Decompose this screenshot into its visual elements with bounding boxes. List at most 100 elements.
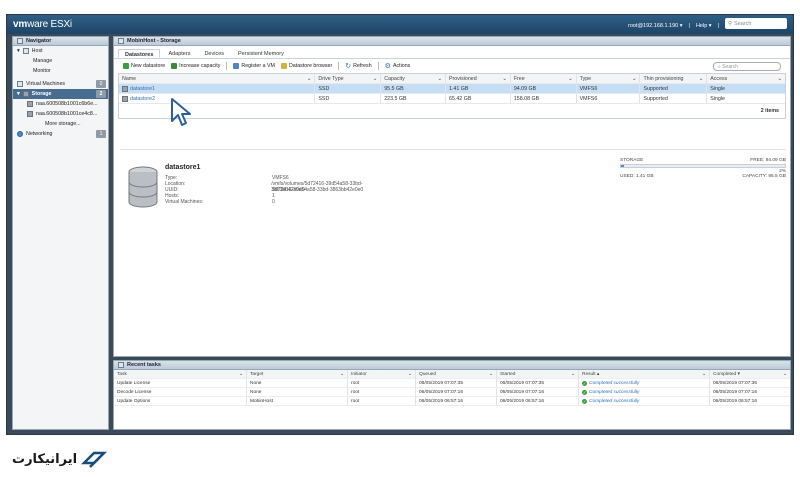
table-row[interactable]: datastore2 SSD 223.5 GB 65.42 GB 158.08 … bbox=[119, 94, 785, 104]
task-row[interactable]: Update Options MobinHost root 06/05/2019… bbox=[114, 397, 790, 406]
item-count: 2 items bbox=[760, 108, 779, 114]
cell-name: datastore1 bbox=[119, 84, 316, 93]
cell-result: ✓ Completed successfully bbox=[579, 397, 710, 405]
nav-item-disk[interactable]: naa.600508b1001ce4c8... bbox=[13, 109, 108, 119]
folder-icon bbox=[280, 63, 287, 69]
column-header-name[interactable]: Name ⌄ bbox=[119, 74, 316, 83]
sort-icon: ⌄ bbox=[238, 371, 243, 377]
register-vm-button[interactable]: Register a VM bbox=[233, 63, 275, 69]
host-icon bbox=[118, 38, 124, 44]
vmware-esxi-logo: vmware ESXi bbox=[13, 19, 72, 30]
tasks-header-row: Task ⌄ Target ⌄ Initiator ⌄ Queued ⌄ Started… bbox=[114, 370, 790, 379]
cell-completed: 06/05/2019 07:07:16 bbox=[713, 389, 758, 395]
increase-capacity-button[interactable]: Increase capacity bbox=[171, 63, 220, 69]
column-header-provisioned[interactable]: Provisioned ⌄ bbox=[446, 74, 511, 83]
column-header-free[interactable]: Free ⌄ bbox=[511, 74, 577, 83]
new-datastore-button[interactable]: New datastore bbox=[123, 63, 165, 69]
check-icon: ✓ bbox=[582, 398, 587, 404]
refresh-button[interactable]: ↻ Refresh bbox=[345, 62, 371, 70]
toolbar-divider bbox=[338, 62, 340, 70]
top-bar: vmware ESXi root@192.168.1.190 ▾ | Help … bbox=[7, 15, 793, 34]
register-vm-icon bbox=[233, 63, 240, 69]
nav-item-disk[interactable]: naa.600508b1001c6b6e... bbox=[13, 99, 108, 109]
column-header-initiator[interactable]: Initiator ⌄ bbox=[348, 370, 416, 378]
column-header-started[interactable]: Started ⌄ bbox=[497, 370, 579, 378]
datastore-link[interactable]: datastore1 bbox=[130, 86, 155, 92]
tab-persistent-memory[interactable]: Persistent Memory bbox=[232, 49, 290, 58]
cell-type: VMFS6 bbox=[577, 94, 641, 103]
nav-item-manage[interactable]: Manage bbox=[13, 56, 108, 66]
datastore-search-input[interactable]: ⌕ Search bbox=[713, 61, 781, 71]
column-header-completed[interactable]: Completed ▾ ⌄ bbox=[710, 370, 790, 378]
datastore-icon bbox=[122, 85, 128, 92]
free-text: FREE: 94.09 GB bbox=[750, 158, 786, 163]
cell-provisioned: 65.42 GB bbox=[446, 94, 511, 103]
used-text: USED: 1.41 GB bbox=[620, 174, 654, 179]
storage-tabs: Datastores Adapters Devices Persistent M… bbox=[114, 46, 790, 59]
navigator-icon bbox=[17, 38, 23, 44]
tab-devices[interactable]: Devices bbox=[198, 49, 230, 58]
actions-button[interactable]: ⚙ Actions bbox=[385, 62, 411, 70]
network-count-badge: 1 bbox=[96, 130, 106, 138]
cell-task: Update License bbox=[114, 379, 247, 387]
table-row[interactable]: datastore1 SSD 95.5 GB 1.41 GB 94.09 GB … bbox=[119, 84, 785, 94]
detail-virtual-machines: Virtual Machines: 0 bbox=[165, 199, 275, 205]
cell-started: 06/05/2019 06:57:16 bbox=[497, 397, 579, 405]
toolbar-divider bbox=[226, 62, 228, 70]
cell-started: 06/05/2019 07:07:16 bbox=[497, 388, 579, 396]
cell-task: Update Options bbox=[114, 397, 247, 405]
nav-item-virtual-machines[interactable]: Virtual Machines 0 bbox=[13, 79, 108, 89]
global-search-input[interactable]: ⚲ Search bbox=[725, 18, 787, 29]
task-row[interactable]: Update License None root 06/05/2019 07:0… bbox=[114, 379, 790, 388]
column-header-capacity[interactable]: Capacity ⌄ bbox=[381, 74, 446, 83]
storage-usage: STORAGE FREE: 94.09 GB 2% USED: 1.41 GB CA… bbox=[620, 158, 786, 179]
datastore-browser-button[interactable]: Datastore browser bbox=[280, 63, 332, 69]
tab-adapters[interactable]: Adapters bbox=[162, 49, 196, 58]
sort-icon: ⌄ bbox=[782, 371, 787, 377]
task-row[interactable]: Decode License None root 06/05/2019 07:0… bbox=[114, 388, 790, 397]
separator: | bbox=[688, 22, 690, 29]
nav-item-monitor[interactable]: Monitor bbox=[13, 66, 108, 76]
cell-result: ✓ Completed successfully bbox=[579, 388, 710, 396]
network-icon bbox=[17, 131, 23, 137]
sort-icon: ⌄ bbox=[339, 371, 344, 377]
column-header-access[interactable]: Access ⌄ bbox=[707, 74, 785, 83]
cell-target: None bbox=[247, 388, 348, 396]
tab-datastores[interactable]: Datastores bbox=[118, 49, 161, 58]
check-icon: ✓ bbox=[582, 380, 587, 386]
cell-drive-type: SSD bbox=[315, 94, 382, 103]
cell-target: MobinHost bbox=[247, 397, 348, 405]
cell-thin-provisioning: Supported bbox=[640, 94, 708, 103]
sort-icon: ⌄ bbox=[306, 75, 312, 82]
sort-icon: ⌄ bbox=[372, 75, 378, 82]
column-header-queued[interactable]: Queued ⌄ bbox=[416, 370, 497, 378]
help-menu[interactable]: Help ▾ bbox=[696, 23, 712, 29]
nav-item-host[interactable]: ▾ Host bbox=[13, 46, 108, 56]
user-menu[interactable]: root@192.168.1.190 ▾ bbox=[628, 23, 683, 29]
storage-usage-bar bbox=[620, 164, 786, 168]
column-header-result[interactable]: Result ▴ ⌄ bbox=[579, 370, 710, 378]
check-icon: ✓ bbox=[582, 389, 587, 395]
column-header-drive-type[interactable]: Drive Type ⌄ bbox=[315, 74, 382, 83]
mouse-cursor-icon bbox=[171, 98, 191, 126]
recent-tasks-header[interactable]: Recent tasks bbox=[114, 361, 790, 370]
column-header-thin-provisioning[interactable]: Thin provisioning ⌄ bbox=[640, 74, 708, 83]
sort-icon: ⌄ bbox=[568, 75, 573, 82]
refresh-icon: ↻ bbox=[345, 63, 352, 70]
storage-panel-header: MobinHost - Storage bbox=[114, 37, 790, 46]
cell-completed: 06/05/2019 06:57:16 bbox=[713, 398, 758, 404]
nav-item-storage[interactable]: ▾ Storage 2 bbox=[13, 89, 108, 99]
datastore-toolbar: New datastore Increase capacity Register… bbox=[114, 59, 790, 73]
datastore-link[interactable]: datastore2 bbox=[130, 96, 155, 102]
column-header-type[interactable]: Type ⌄ bbox=[577, 74, 641, 83]
nav-item-more-storage[interactable]: More storage... bbox=[13, 119, 108, 129]
vm-icon bbox=[17, 81, 23, 87]
column-header-target[interactable]: Target ⌄ bbox=[247, 370, 348, 378]
column-header-task[interactable]: Task ⌄ bbox=[114, 370, 247, 378]
esxi-window: vmware ESXi root@192.168.1.190 ▾ | Help … bbox=[6, 14, 794, 435]
cell-completed: 06/05/2019 07:07:36 bbox=[713, 380, 758, 386]
iranicard-logo: ایرانیکارت bbox=[12, 449, 108, 469]
nav-item-networking[interactable]: Networking 1 bbox=[13, 129, 108, 139]
gear-icon: ⚙ bbox=[384, 63, 391, 70]
sort-icon: ⌄ bbox=[570, 371, 575, 377]
